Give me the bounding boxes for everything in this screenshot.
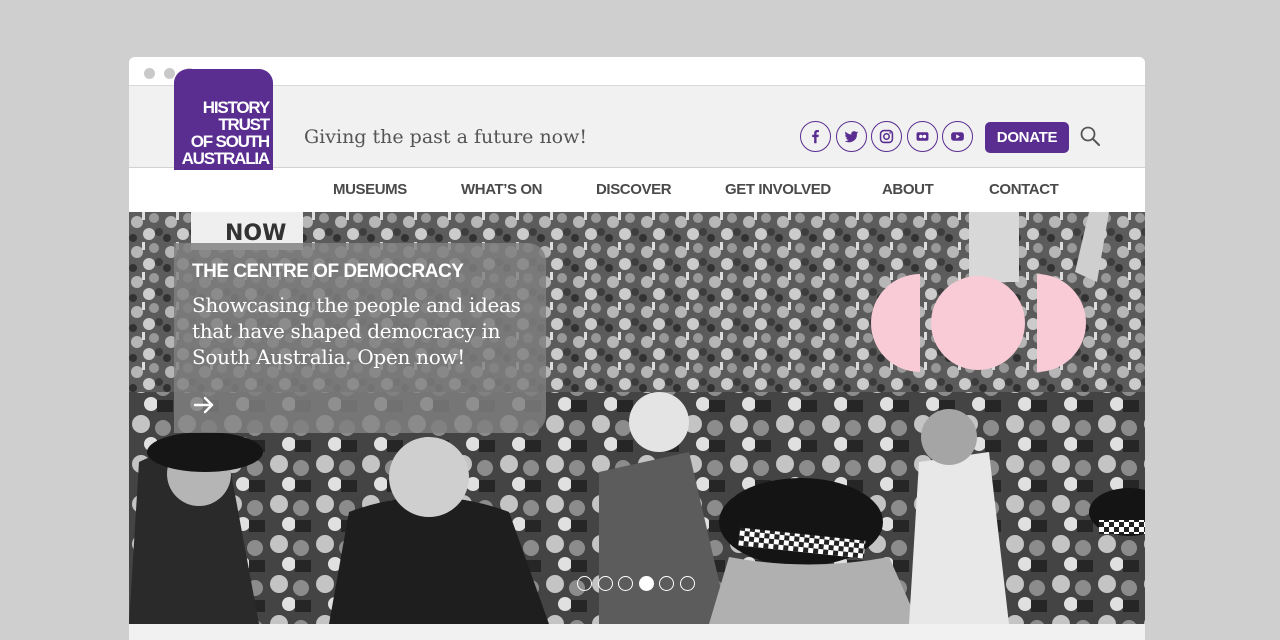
twitter-icon[interactable] [836,121,867,152]
democracy-emblem [871,274,1086,372]
nav-item-about[interactable]: ABOUT [882,181,934,198]
flickr-icon[interactable] [907,121,938,152]
hero-carousel: NOW THE CENTRE OF DEMOCRACY Showcasing t… [129,212,1145,624]
nav-item-museums[interactable]: MUSEUMS [333,181,407,198]
carousel-dot[interactable] [597,576,613,591]
window-minimize-dot[interactable] [164,68,175,79]
promo-title: THE CENTRE OF DEMOCRACY [192,261,464,282]
main-nav: MUSEUMS WHAT’S ON DISCOVER GET INVOLVED … [129,168,1145,212]
logo-line: HISTORY [202,98,270,117]
browser-window: Giving the past a future now! DONATE HIS… [129,57,1145,640]
nav-item-whats-on[interactable]: WHAT’S ON [461,181,543,198]
arrow-right-icon[interactable] [192,393,216,417]
search-icon[interactable] [1079,125,1101,147]
nav-item-get-involved[interactable]: GET INVOLVED [725,181,831,198]
carousel-dot[interactable] [659,576,674,591]
promo-text: Showcasing the people and ideas that hav… [192,293,521,369]
facebook-icon[interactable] [800,121,831,152]
nav-item-contact[interactable]: CONTACT [989,181,1059,198]
donate-button[interactable]: DONATE [985,122,1069,153]
logo-line: OF SOUTH [190,132,270,151]
youtube-icon[interactable] [942,121,973,152]
carousel-dot[interactable] [679,576,695,591]
carousel-dot[interactable] [577,576,592,591]
page-bottom-strip [129,624,1145,640]
carousel-pagination [577,576,700,592]
logo-line: TRUST [218,115,270,134]
site-header: Giving the past a future now! DONATE [129,86,1145,168]
carousel-dot[interactable] [618,576,633,591]
browser-chrome [129,57,1145,86]
logo-line: AUSTRALIA [181,149,271,168]
promo-card[interactable]: THE CENTRE OF DEMOCRACY Showcasing the p… [174,243,546,433]
instagram-icon[interactable] [871,121,902,152]
logo[interactable]: HISTORY TRUST OF SOUTH AUSTRALIA [174,69,273,170]
nav-item-discover[interactable]: DISCOVER [596,181,672,198]
tagline: Giving the past a future now! [304,126,588,148]
carousel-dot[interactable] [638,576,654,591]
window-close-dot[interactable] [144,68,155,79]
